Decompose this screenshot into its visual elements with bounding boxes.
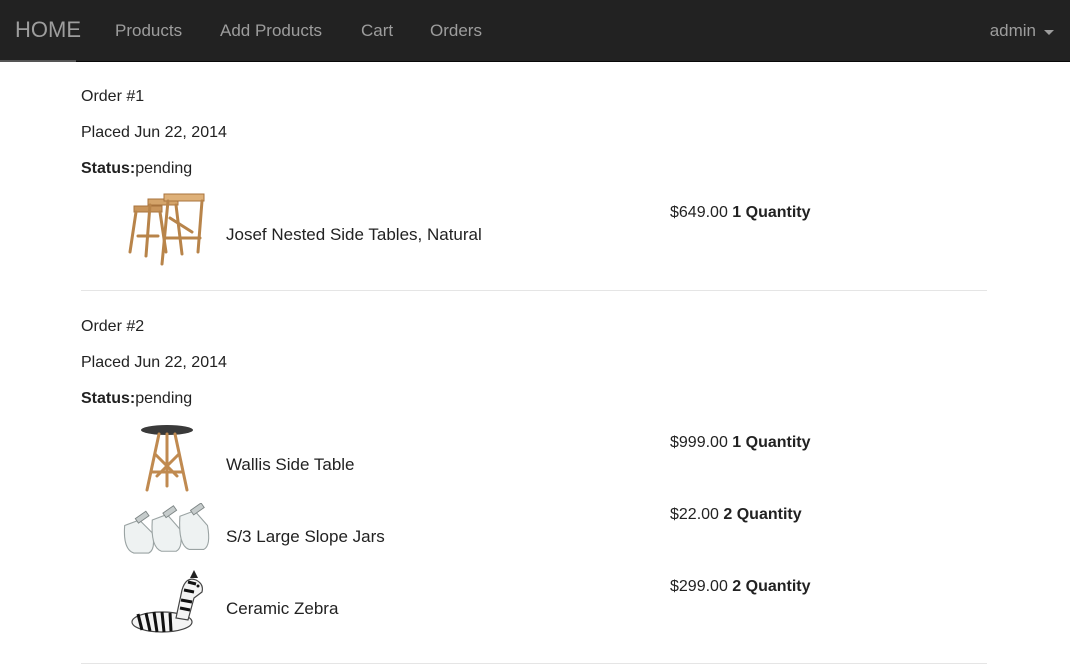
- order-item: S/3 Large Slope Jars $22.00 2 Quantity: [121, 494, 987, 566]
- home-active-indicator: [0, 60, 76, 62]
- item-quantity: 1 Quantity: [732, 434, 811, 451]
- nav-link-cart[interactable]: Cart: [361, 21, 393, 41]
- status-value: pending: [135, 390, 193, 407]
- item-price: $999.00: [670, 434, 728, 451]
- user-name: admin: [989, 21, 1036, 40]
- item-price-quantity: $299.00 2 Quantity: [670, 578, 811, 596]
- order-item: Wallis Side Table $999.00 1 Quantity: [121, 422, 987, 494]
- order-placed-date: Placed Jun 22, 2014: [81, 124, 227, 141]
- item-name[interactable]: Ceramic Zebra: [226, 599, 482, 619]
- item-name[interactable]: Wallis Side Table: [226, 455, 482, 475]
- item-name[interactable]: S/3 Large Slope Jars: [226, 527, 482, 547]
- order-title: Order #1: [81, 88, 145, 105]
- item-price-quantity: $999.00 1 Quantity: [670, 434, 811, 452]
- top-navbar: HOME Products Add Products Cart Orders a…: [0, 0, 1070, 62]
- item-price: $22.00: [670, 506, 719, 523]
- nav-link-add-products[interactable]: Add Products: [220, 21, 322, 41]
- status-label: Status:: [81, 160, 136, 177]
- order-item: Ceramic Zebra $299.00 2 Quantity: [121, 566, 987, 638]
- side-table-icon[interactable]: [121, 422, 213, 496]
- order-status: Status:pending: [81, 388, 987, 424]
- nested-tables-icon[interactable]: [121, 192, 213, 266]
- item-price-quantity: $22.00 2 Quantity: [670, 506, 802, 524]
- item-price: $299.00: [670, 578, 728, 595]
- user-menu-dropdown[interactable]: admin: [990, 21, 1054, 41]
- item-price: $649.00: [670, 204, 728, 221]
- nav-link-products[interactable]: Products: [115, 21, 182, 41]
- jars-icon[interactable]: [121, 494, 213, 568]
- order-title: Order #2: [81, 318, 145, 335]
- item-name[interactable]: Josef Nested Side Tables, Natural: [226, 225, 482, 245]
- item-price-quantity: $649.00 1 Quantity: [670, 204, 811, 222]
- order-status: Status:pending: [81, 158, 987, 194]
- item-quantity: 2 Quantity: [723, 506, 802, 523]
- order-item: Josef Nested Side Tables, Natural $649.0…: [121, 192, 987, 272]
- item-quantity: 1 Quantity: [732, 204, 811, 221]
- chevron-down-icon: [1044, 29, 1054, 35]
- status-label: Status:: [81, 390, 136, 407]
- order-card: Order #2 Placed Jun 22, 2014 Status:pend…: [81, 316, 987, 633]
- status-value: pending: [135, 160, 193, 177]
- order-placed-date: Placed Jun 22, 2014: [81, 354, 227, 371]
- zebra-icon[interactable]: [121, 566, 213, 640]
- order-divider: [81, 290, 987, 291]
- order-card: Order #1 Placed Jun 22, 2014 Status:pend…: [81, 86, 987, 266]
- item-quantity: 2 Quantity: [732, 578, 811, 595]
- order-divider: [81, 663, 987, 664]
- nav-link-orders[interactable]: Orders: [430, 21, 482, 41]
- home-link[interactable]: HOME: [15, 17, 81, 43]
